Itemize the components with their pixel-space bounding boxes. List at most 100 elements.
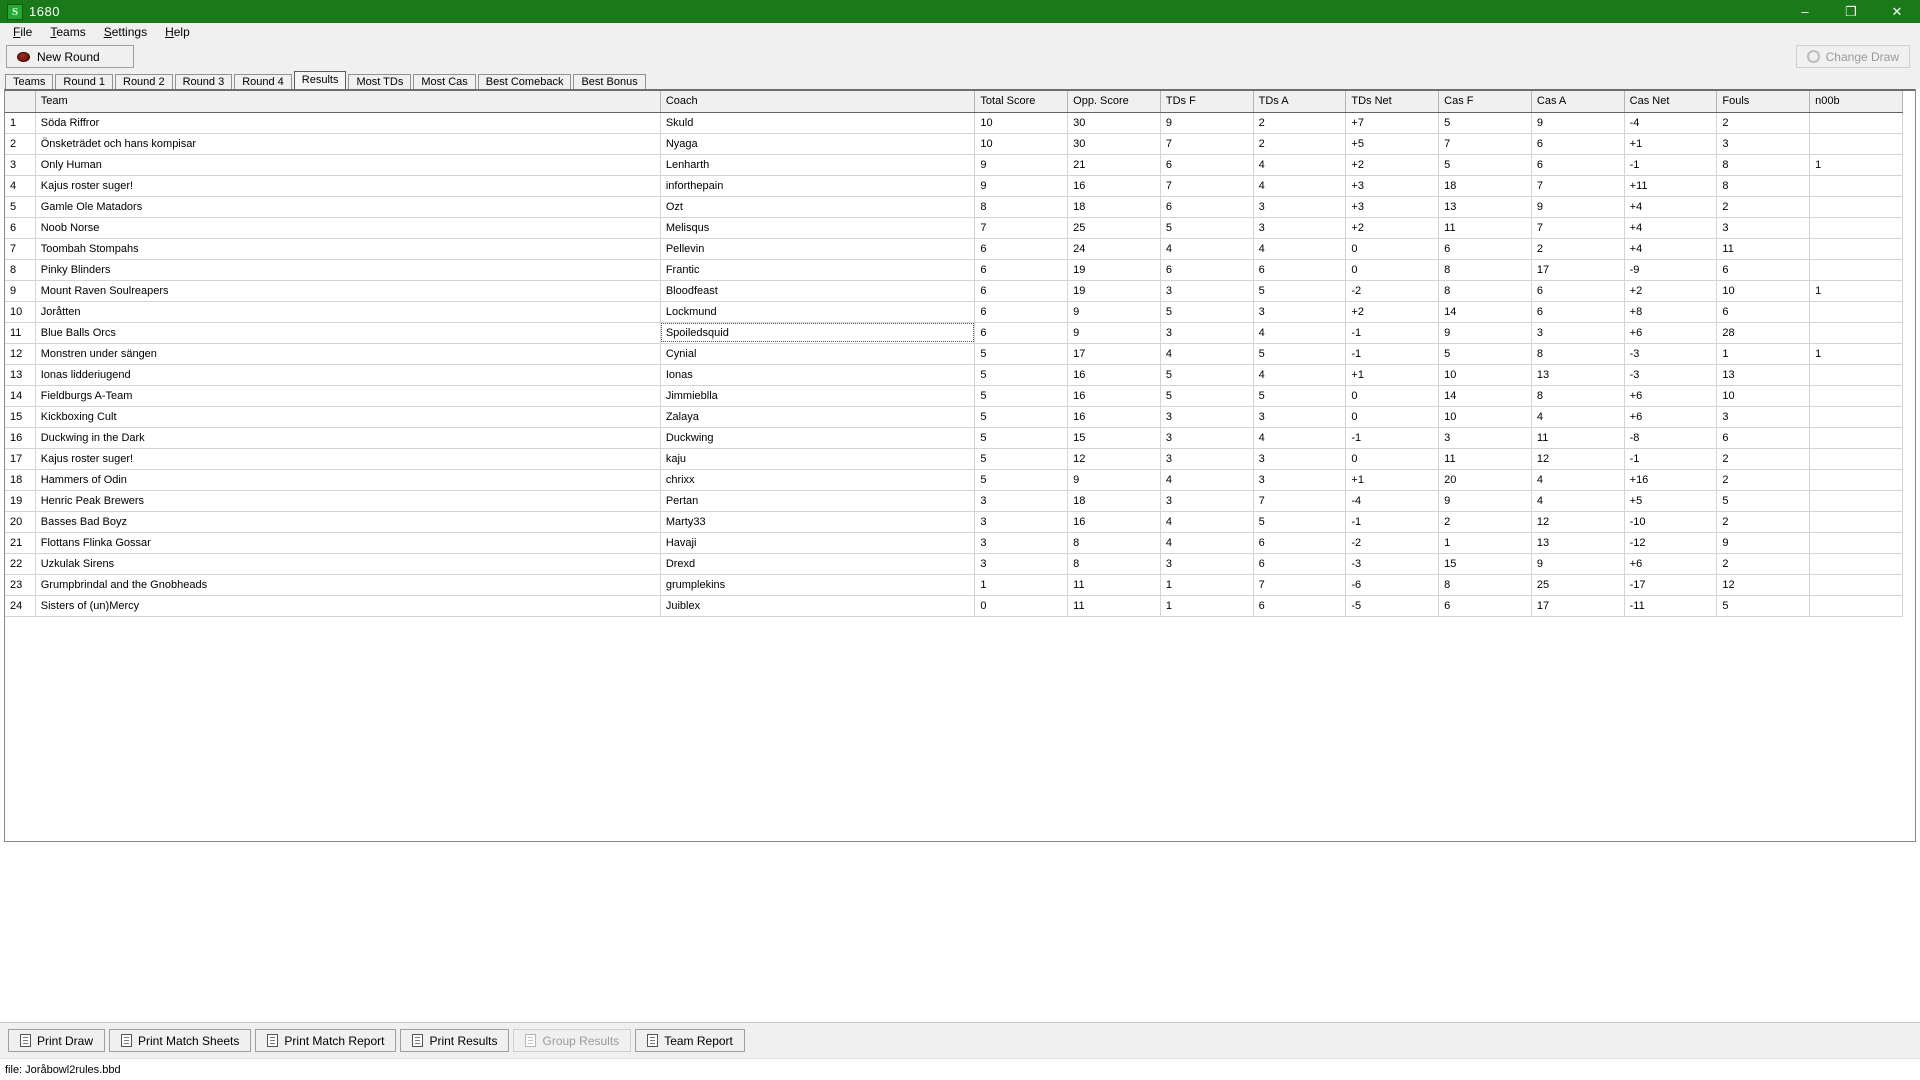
cell-fouls[interactable]: 5 [1716, 490, 1811, 512]
cell-idx[interactable]: 4 [5, 175, 36, 197]
column-header-coach[interactable]: Coach [660, 91, 976, 113]
table-row[interactable]: 24 Sisters of (un)Mercy Juiblex 0 11 1 6 -5 6 17-… [5, 595, 1903, 617]
cell-tdn[interactable]: 0 [1345, 406, 1440, 428]
cell-n00b[interactable] [1809, 196, 1903, 218]
cell-tdn[interactable]: +2 [1345, 301, 1440, 323]
tab-teams[interactable]: Teams [5, 74, 54, 89]
cell-idx[interactable]: 9 [5, 280, 36, 302]
team-report-button[interactable]: Team Report [635, 1029, 745, 1052]
cell-idx[interactable]: 15 [5, 406, 36, 428]
cell-os[interactable]: 18 [1067, 490, 1161, 512]
tab-most-cas[interactable]: Most Cas [413, 74, 476, 89]
cell-casf[interactable]: 14 [1438, 385, 1532, 407]
cell-casf[interactable]: 9 [1438, 322, 1532, 344]
cell-ts[interactable]: 6 [974, 259, 1069, 281]
cell-casn[interactable]: +4 [1624, 238, 1718, 260]
cell-casf[interactable]: 5 [1438, 112, 1532, 134]
cell-casf[interactable]: 14 [1438, 301, 1532, 323]
cell-casn[interactable]: +6 [1624, 553, 1718, 575]
cell-casf[interactable]: 13 [1438, 196, 1532, 218]
cell-casa[interactable]: 4 [1531, 469, 1625, 491]
cell-os[interactable]: 25 [1067, 217, 1161, 239]
maximize-icon[interactable]: ❐ [1828, 0, 1874, 23]
cell-casf[interactable]: 5 [1438, 154, 1532, 176]
cell-coach[interactable]: Marty33 [660, 511, 976, 533]
cell-ts[interactable]: 0 [974, 595, 1069, 617]
cell-casf[interactable]: 2 [1438, 511, 1532, 533]
cell-coach[interactable]: Frantic [660, 259, 976, 281]
cell-team[interactable]: Hammers of Odin [35, 469, 661, 491]
cell-tdf[interactable]: 6 [1160, 259, 1254, 281]
cell-casa[interactable]: 7 [1531, 217, 1625, 239]
cell-fouls[interactable]: 2 [1716, 448, 1811, 470]
tab-round-3[interactable]: Round 3 [174, 74, 233, 89]
cell-casf[interactable]: 8 [1438, 574, 1532, 596]
cell-casa[interactable]: 13 [1531, 532, 1625, 554]
cell-idx[interactable]: 5 [5, 196, 36, 218]
tab-round-1[interactable]: Round 1 [55, 74, 113, 89]
cell-ts[interactable]: 5 [974, 448, 1069, 470]
cell-tdn[interactable]: -1 [1345, 427, 1440, 449]
column-header-tdf[interactable]: TDs F [1160, 91, 1254, 113]
cell-fouls[interactable]: 28 [1716, 322, 1811, 344]
cell-casa[interactable]: 8 [1531, 343, 1625, 365]
menu-item-settings[interactable]: Settings [95, 24, 156, 42]
cell-casa[interactable]: 12 [1531, 448, 1625, 470]
cell-tdn[interactable]: -1 [1345, 343, 1440, 365]
cell-casa[interactable]: 4 [1531, 406, 1625, 428]
cell-tda[interactable]: 6 [1253, 532, 1347, 554]
cell-idx[interactable]: 11 [5, 322, 36, 344]
cell-ts[interactable]: 1 [974, 574, 1069, 596]
cell-fouls[interactable]: 6 [1716, 301, 1811, 323]
results-grid-container[interactable]: Team Coach Total Score Opp. Score TDs F TDs A… [4, 89, 1916, 842]
print-match-report-button[interactable]: Print Match Report [255, 1029, 397, 1052]
cell-fouls[interactable]: 2 [1716, 553, 1811, 575]
cell-fouls[interactable]: 3 [1716, 406, 1811, 428]
cell-coach[interactable]: Lockmund [660, 301, 976, 323]
cell-ts[interactable]: 5 [974, 427, 1069, 449]
cell-casn[interactable]: -9 [1624, 259, 1718, 281]
cell-ts[interactable]: 3 [974, 532, 1069, 554]
cell-os[interactable]: 11 [1067, 595, 1161, 617]
cell-tdn[interactable]: -1 [1345, 322, 1440, 344]
cell-coach[interactable]: Nyaga [660, 133, 976, 155]
print-draw-button[interactable]: Print Draw [8, 1029, 106, 1052]
column-header-team[interactable]: Team [35, 91, 661, 113]
cell-fouls[interactable]: 10 [1716, 385, 1811, 407]
cell-os[interactable]: 16 [1067, 364, 1161, 386]
cell-casa[interactable]: 12 [1531, 511, 1625, 533]
cell-idx[interactable]: 12 [5, 343, 36, 365]
cell-idx[interactable]: 2 [5, 133, 36, 155]
cell-tda[interactable]: 4 [1253, 238, 1347, 260]
cell-casn[interactable]: +6 [1624, 385, 1718, 407]
cell-ts[interactable]: 6 [974, 280, 1069, 302]
cell-coach[interactable]: Drexd [660, 553, 976, 575]
cell-os[interactable]: 16 [1067, 175, 1161, 197]
cell-casa[interactable]: 6 [1531, 301, 1625, 323]
cell-casa[interactable]: 9 [1531, 112, 1625, 134]
cell-fouls[interactable]: 9 [1716, 532, 1811, 554]
cell-tdf[interactable]: 3 [1160, 406, 1254, 428]
cell-n00b[interactable] [1809, 406, 1903, 428]
cell-tda[interactable]: 6 [1253, 553, 1347, 575]
cell-team[interactable]: Kajus roster suger! [35, 448, 661, 470]
cell-idx[interactable]: 24 [5, 595, 36, 617]
cell-tdf[interactable]: 1 [1160, 574, 1254, 596]
cell-tdn[interactable]: +2 [1345, 154, 1440, 176]
cell-casa[interactable]: 6 [1531, 280, 1625, 302]
cell-team[interactable]: Duckwing in the Dark [35, 427, 661, 449]
cell-idx[interactable]: 6 [5, 217, 36, 239]
cell-os[interactable]: 16 [1067, 385, 1161, 407]
cell-coach[interactable]: Havaji [660, 532, 976, 554]
cell-ts[interactable]: 3 [974, 553, 1069, 575]
cell-coach[interactable]: Cynial [660, 343, 976, 365]
column-header-tdn[interactable]: TDs Net [1345, 91, 1440, 113]
cell-team[interactable]: Pinky Blinders [35, 259, 661, 281]
cell-casn[interactable]: +1 [1624, 133, 1718, 155]
cell-team[interactable]: Fieldburgs A-Team [35, 385, 661, 407]
cell-tda[interactable]: 5 [1253, 343, 1347, 365]
cell-coach[interactable]: Ionas [660, 364, 976, 386]
cell-coach[interactable]: Juiblex [660, 595, 976, 617]
cell-tdn[interactable]: 0 [1345, 385, 1440, 407]
cell-tda[interactable]: 6 [1253, 259, 1347, 281]
